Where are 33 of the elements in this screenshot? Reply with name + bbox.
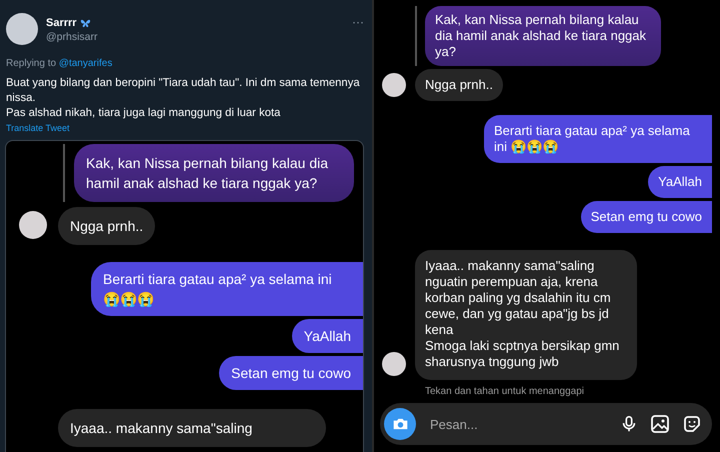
contact-avatar[interactable]: [382, 352, 406, 376]
profile-avatar[interactable]: [6, 13, 38, 45]
tweet-text: Pas alshad nikah, tiara juga lagi manggung di luar kota: [6, 106, 282, 121]
sent-message: YaAllah: [648, 166, 712, 198]
message-input[interactable]: Pesan...: [428, 416, 608, 432]
quoted-message: Kak, kan Nissa pernah bilang kalau dia hamil anak alshad ke tiara nggak ya?: [425, 6, 661, 66]
butterfly-icon: [80, 18, 91, 28]
sent-message: Setan emg tu cowo: [219, 356, 363, 390]
quoted-message: Kak, kan Nissa pernah bilang kalau dia hamil anak alshad ke tiara nggak ya?: [74, 144, 354, 202]
author-handle[interactable]: @prhsisarr: [46, 31, 98, 43]
reply-hint: Tekan dan tahan untuk menanggapi: [424, 385, 584, 397]
contact-avatar[interactable]: [19, 211, 47, 239]
received-message: Ngga prnh..: [415, 69, 503, 101]
camera-icon: [392, 417, 408, 431]
sticker-icon[interactable]: [682, 414, 702, 434]
sent-message: Berarti tiara gatau apa² ya selama ini 😭😭😭: [484, 115, 712, 163]
author-name[interactable]: Sarrrr: [46, 17, 77, 29]
sent-message: Setan emg tu cowo: [580, 201, 712, 233]
replying-label: Replying to: [6, 58, 56, 69]
sent-message: YaAllah: [292, 319, 363, 353]
received-message: Iyaaa.. makanny sama"saling: [58, 409, 326, 447]
sent-message: Berarti tiara gatau apa² ya selama ini 😭😭😭: [91, 262, 363, 316]
more-options-button[interactable]: ···: [352, 13, 364, 29]
camera-button[interactable]: [384, 408, 416, 440]
tweet-text: Buat yang bilang dan beropini "Tiara udah tau". Ini dm sama temennya nissa.: [6, 76, 361, 106]
contact-avatar[interactable]: [382, 73, 406, 97]
microphone-icon[interactable]: [620, 415, 638, 433]
received-message: Iyaaa.. makanny sama"saling nguatin perempuan aja, krena korban paling yg dsalahin itu cm cewe, dan yg gatau apa"jg bs jd kena Smoga laki scptnya bersikap gmn sharusnya tnggung jwb: [415, 250, 637, 380]
message-composer[interactable]: Pesan...: [380, 403, 712, 445]
gallery-icon[interactable]: [650, 414, 670, 434]
translate-link[interactable]: Translate Tweet: [0, 121, 70, 133]
reply-handle-link[interactable]: @tanyarifes: [58, 58, 112, 69]
received-message: Ngga prnh..: [58, 207, 156, 245]
